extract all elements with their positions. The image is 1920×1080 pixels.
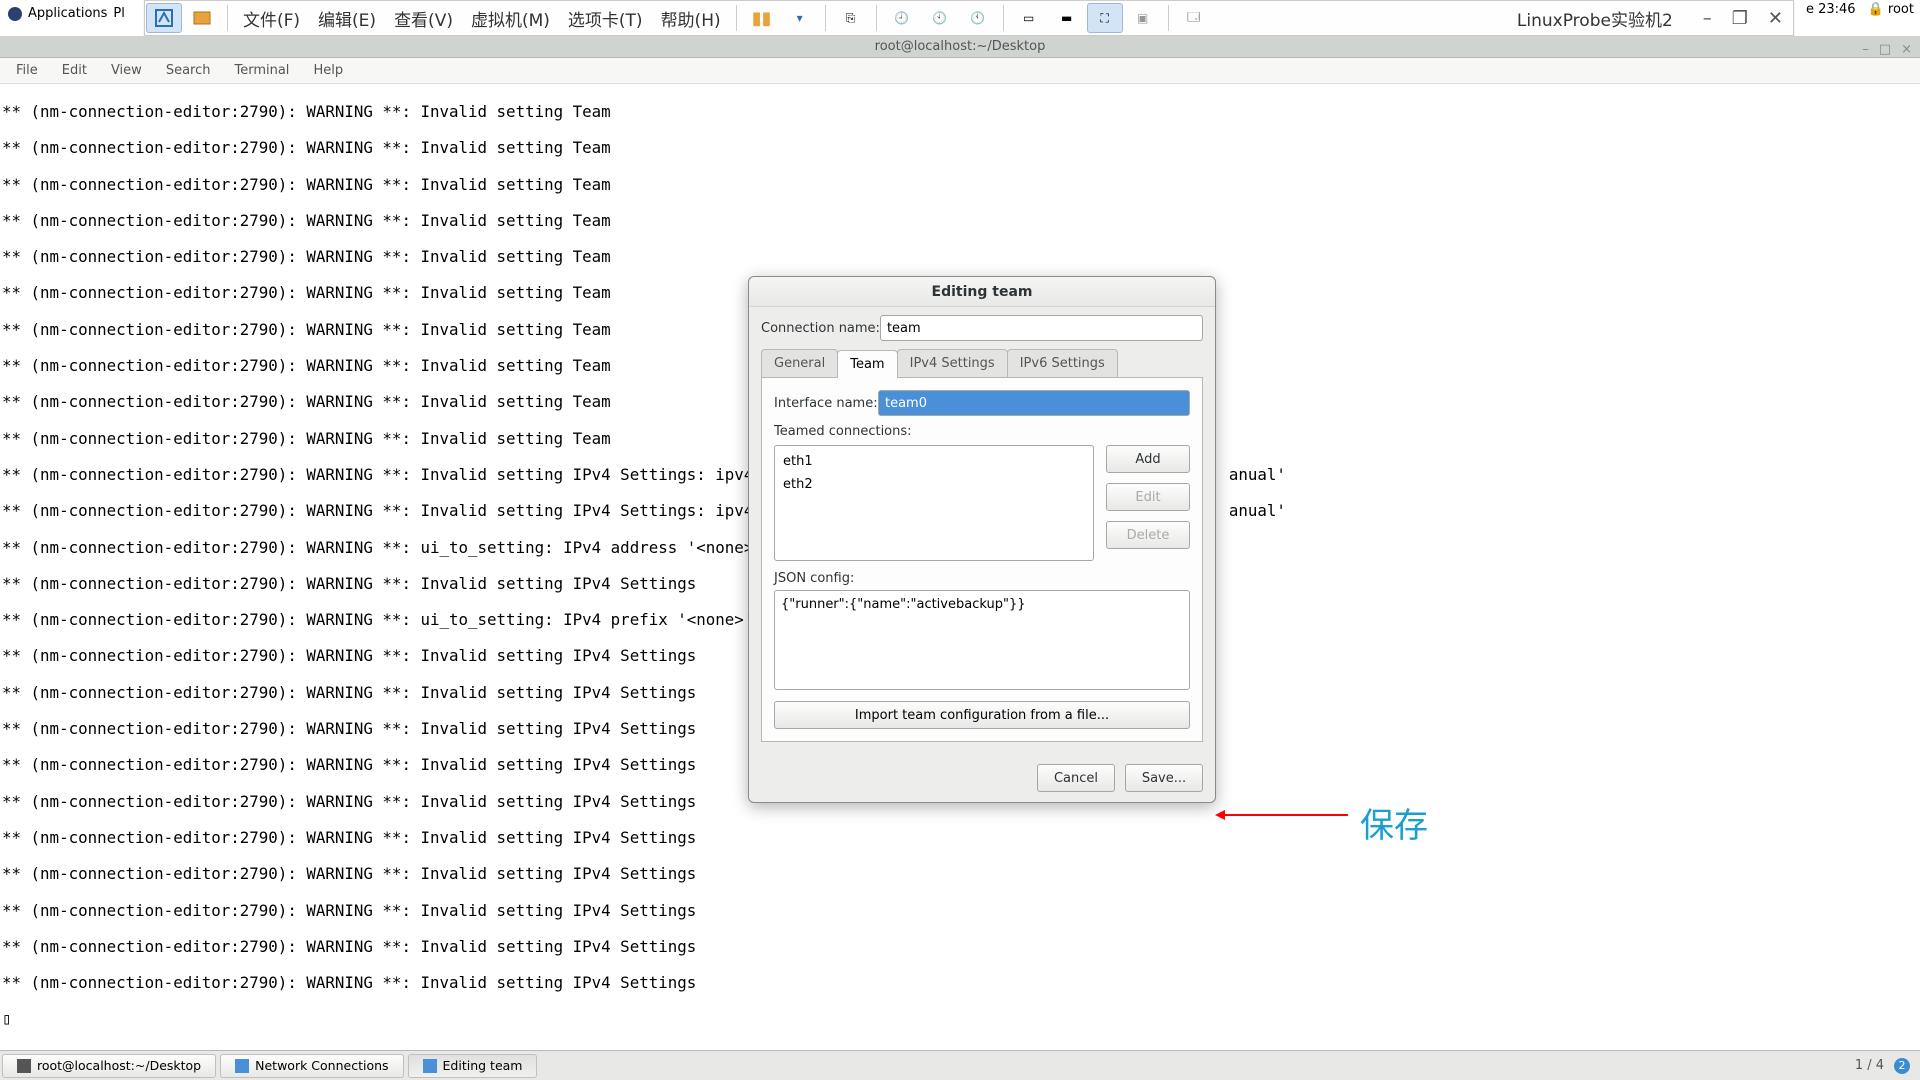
teamed-list[interactable]: eth1 eth2 xyxy=(774,445,1094,561)
apps-menu[interactable]: Applications xyxy=(28,6,107,21)
unity-icon[interactable]: ▣ xyxy=(1125,3,1161,33)
list-item[interactable]: eth1 xyxy=(775,450,1093,473)
annotation-arrow xyxy=(1218,814,1348,816)
taskbar: root@localhost:~/Desktop Network Connect… xyxy=(0,1050,1920,1080)
vm-home-icon[interactable] xyxy=(146,3,182,33)
terminal-titlebar: root@localhost:~/Desktop –□× xyxy=(0,36,1920,58)
edit-button[interactable]: Edit xyxy=(1106,483,1190,511)
send-keys-icon[interactable]: ⎘ xyxy=(833,3,869,33)
tab-ipv4[interactable]: IPv4 Settings xyxy=(897,349,1008,377)
tab-team[interactable]: Team xyxy=(837,350,897,378)
view-multi-icon[interactable]: ▬ xyxy=(1049,3,1085,33)
vm-menu-vm[interactable]: 虚拟机(M) xyxy=(462,6,559,31)
save-button[interactable]: Save... xyxy=(1125,764,1203,792)
vm-menu-help[interactable]: 帮助(H) xyxy=(652,6,730,31)
vm-menu-file[interactable]: 文件(F) xyxy=(234,6,309,31)
snapshot-manage-icon[interactable]: 🕚 xyxy=(960,3,996,33)
json-config-label: JSON config: xyxy=(774,571,1190,586)
host-user[interactable]: 🔒 root xyxy=(1868,2,1914,17)
iface-name-input[interactable] xyxy=(878,390,1190,416)
workspace-counter: 1 / 4 xyxy=(1855,1058,1884,1073)
vmware-toolbar: 文件(F) 编辑(E) 查看(V) 虚拟机(M) 选项卡(T) 帮助(H) ▮▮… xyxy=(144,0,1794,36)
places-fragment: Pl xyxy=(113,6,124,21)
delete-button[interactable]: Delete xyxy=(1106,521,1190,549)
terminal-menubar: File Edit View Search Terminal Help xyxy=(0,58,1920,84)
taskbar-item-terminal[interactable]: root@localhost:~/Desktop xyxy=(2,1054,216,1078)
snapshot-revert-icon[interactable]: 🕙 xyxy=(922,3,958,33)
editing-team-dialog: Editing team Connection name: General Te… xyxy=(748,276,1216,803)
term-menu-help[interactable]: Help xyxy=(303,60,353,81)
term-menu-view[interactable]: View xyxy=(101,60,152,81)
pause-icon[interactable]: ▮▮ xyxy=(744,3,780,33)
minimize-icon[interactable]: – xyxy=(1693,8,1722,29)
view-single-icon[interactable]: ▭ xyxy=(1011,3,1047,33)
tab-general[interactable]: General xyxy=(761,349,838,377)
vm-menu-tabs[interactable]: 选项卡(T) xyxy=(559,6,652,31)
vm-title: LinuxProbe实验机2 xyxy=(1517,6,1673,31)
library-icon[interactable]: 🗔 xyxy=(1176,3,1212,33)
dialog-title: Editing team xyxy=(749,277,1215,307)
fullscreen-icon[interactable]: ⛶ xyxy=(1087,3,1123,33)
taskbar-item-editing[interactable]: Editing team xyxy=(408,1054,538,1078)
host-panel-left: Applications Pl xyxy=(0,2,133,25)
iface-name-label: Interface name: xyxy=(774,396,878,411)
host-time: e 23:46 xyxy=(1806,2,1856,17)
vm-menu-view[interactable]: 查看(V) xyxy=(385,6,462,31)
terminal-title: root@localhost:~/Desktop xyxy=(875,39,1046,54)
notification-icon[interactable]: 2 xyxy=(1894,1058,1910,1074)
network-icon xyxy=(423,1059,437,1073)
import-button[interactable]: Import team configuration from a file... xyxy=(774,701,1190,729)
dialog-tabs: General Team IPv4 Settings IPv6 Settings xyxy=(761,349,1203,378)
taskbar-item-nm[interactable]: Network Connections xyxy=(220,1054,403,1078)
terminal-icon xyxy=(17,1059,31,1073)
json-config-input[interactable] xyxy=(774,590,1190,690)
vm-tab-icon[interactable] xyxy=(184,3,220,33)
fedora-icon xyxy=(8,7,22,21)
conn-name-input[interactable] xyxy=(880,315,1203,341)
vm-menu-edit[interactable]: 编辑(E) xyxy=(309,6,385,31)
tab-ipv6[interactable]: IPv6 Settings xyxy=(1007,349,1118,377)
cancel-button[interactable]: Cancel xyxy=(1037,764,1115,792)
conn-name-label: Connection name: xyxy=(761,321,880,336)
snapshot-take-icon[interactable]: 🕘 xyxy=(884,3,920,33)
close-icon[interactable]: ✕ xyxy=(1758,8,1793,29)
term-menu-terminal[interactable]: Terminal xyxy=(224,60,299,81)
add-button[interactable]: Add xyxy=(1106,445,1190,473)
dropdown-icon[interactable]: ▾ xyxy=(782,3,818,33)
list-item[interactable]: eth2 xyxy=(775,473,1093,496)
restore-icon[interactable]: ❐ xyxy=(1722,8,1758,29)
term-menu-search[interactable]: Search xyxy=(156,60,221,81)
network-icon xyxy=(235,1059,249,1073)
term-menu-edit[interactable]: Edit xyxy=(52,60,97,81)
term-menu-file[interactable]: File xyxy=(6,60,48,81)
annotation-text: 保存 xyxy=(1360,798,1428,847)
host-panel-right: e 23:46 🔒 root xyxy=(1806,2,1914,17)
teamed-label: Teamed connections: xyxy=(774,424,1190,439)
